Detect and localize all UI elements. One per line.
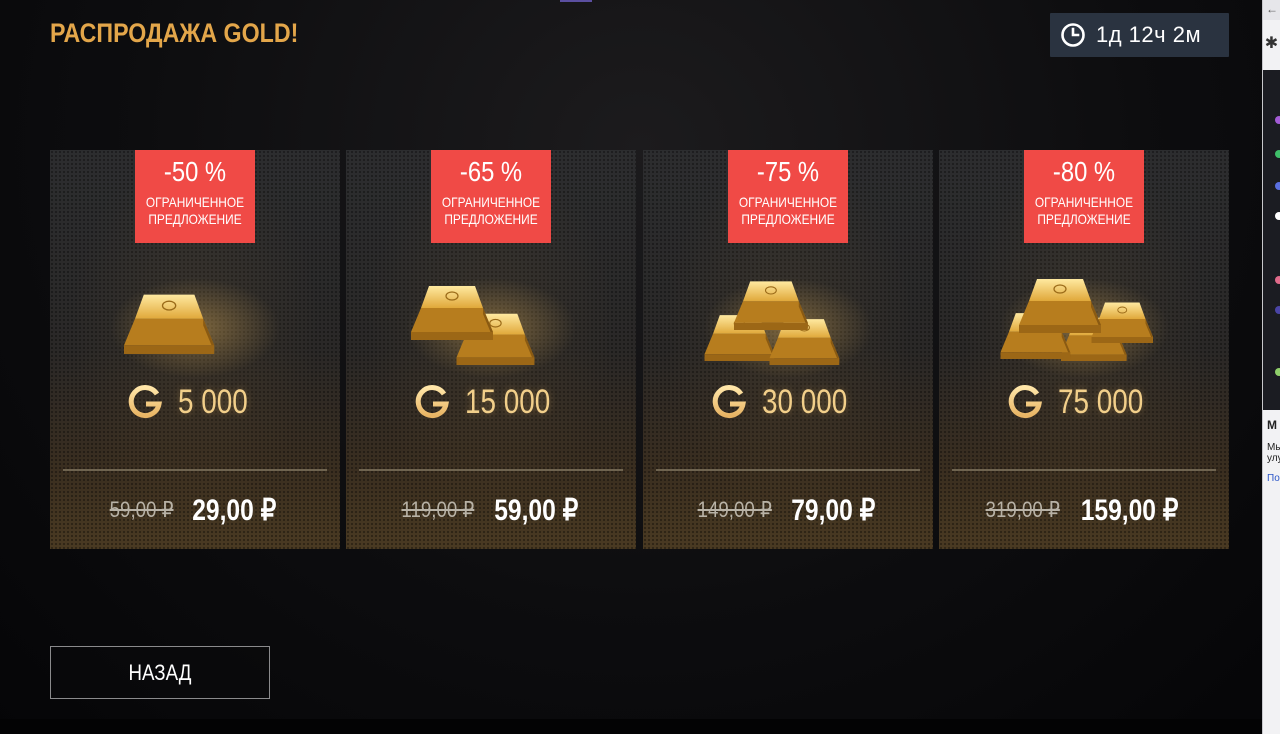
gold-amount-row: 15 000 bbox=[346, 380, 636, 424]
gold-coin-icon bbox=[126, 383, 164, 421]
side-panel-back-arrow[interactable]: ← bbox=[1263, 0, 1280, 20]
card-divider bbox=[952, 469, 1216, 471]
discount-badge: -80 % ОГРАНИЧЕННОЕ ПРЕДЛОЖЕНИЕ bbox=[1024, 150, 1144, 243]
limited-offer-label: ОГРАНИЧЕННОЕ ПРЕДЛОЖЕНИЕ bbox=[441, 194, 541, 227]
bottom-bar bbox=[0, 719, 1280, 734]
card-divider bbox=[656, 469, 920, 471]
offer-card[interactable]: -50 % ОГРАНИЧЕННОЕ ПРЕДЛОЖЕНИЕ 5 000 59,… bbox=[50, 150, 340, 549]
side-panel-heading: М bbox=[1267, 418, 1277, 432]
offer-card[interactable]: -75 % ОГРАНИЧЕННОЕ ПРЕДЛОЖЕНИЕ 30 000 14… bbox=[643, 150, 933, 549]
gold-amount-row: 5 000 bbox=[50, 380, 340, 424]
discount-percent: -80 % bbox=[1052, 156, 1116, 187]
new-price: 159,00 ₽ bbox=[1080, 493, 1179, 527]
extension-icon[interactable]: ✱ bbox=[1263, 20, 1280, 66]
gold-coin-icon bbox=[1006, 383, 1044, 421]
gold-bars-image bbox=[698, 268, 878, 383]
gold-amount: 75 000 bbox=[1058, 382, 1144, 421]
side-dot-icon bbox=[1275, 182, 1280, 190]
browser-side-panel: ← ✱ М Мы улу По bbox=[1262, 0, 1280, 734]
side-dot-icon bbox=[1275, 368, 1280, 376]
offer-card[interactable]: -65 % ОГРАНИЧЕННОЕ ПРЕДЛОЖЕНИЕ 15 000 11… bbox=[346, 150, 636, 549]
discount-badge: -50 % ОГРАНИЧЕННОЕ ПРЕДЛОЖЕНИЕ bbox=[135, 150, 255, 243]
gold-bars-image bbox=[994, 268, 1174, 383]
old-price: 319,00 ₽ bbox=[985, 497, 1060, 522]
price-row: 319,00 ₽ 159,00 ₽ bbox=[939, 490, 1229, 530]
price-row: 119,00 ₽ 59,00 ₽ bbox=[346, 490, 636, 530]
offer-card[interactable]: -80 % ОГРАНИЧЕННОЕ ПРЕДЛОЖЕНИЕ 75 000 31… bbox=[939, 150, 1229, 549]
gold-coin-icon bbox=[413, 383, 451, 421]
discount-badge: -75 % ОГРАНИЧЕННОЕ ПРЕДЛОЖЕНИЕ bbox=[728, 150, 848, 243]
old-price: 149,00 ₽ bbox=[697, 497, 772, 522]
top-indicator-strip bbox=[560, 0, 592, 2]
side-panel-text: Мы bbox=[1267, 442, 1280, 453]
new-price: 59,00 ₽ bbox=[493, 493, 578, 527]
gold-amount: 30 000 bbox=[762, 382, 848, 421]
gold-bars-image bbox=[105, 268, 285, 383]
back-button-label: НАЗАД bbox=[128, 659, 192, 685]
limited-offer-label: ОГРАНИЧЕННОЕ ПРЕДЛОЖЕНИЕ bbox=[145, 194, 245, 227]
side-dot-icon bbox=[1275, 150, 1280, 158]
offers-list: -50 % ОГРАНИЧЕННОЕ ПРЕДЛОЖЕНИЕ 5 000 59,… bbox=[50, 150, 1230, 549]
gold-coin-icon bbox=[710, 383, 748, 421]
price-row: 149,00 ₽ 79,00 ₽ bbox=[643, 490, 933, 530]
back-button[interactable]: НАЗАД bbox=[50, 646, 270, 699]
side-dot-icon bbox=[1275, 212, 1280, 220]
gold-amount-row: 75 000 bbox=[939, 380, 1229, 424]
gold-amount-row: 30 000 bbox=[643, 380, 933, 424]
side-dot-icon bbox=[1275, 276, 1280, 284]
limited-offer-label: ОГРАНИЧЕННОЕ ПРЕДЛОЖЕНИЕ bbox=[738, 194, 838, 227]
gold-amount: 5 000 bbox=[178, 382, 249, 421]
price-row: 59,00 ₽ 29,00 ₽ bbox=[50, 490, 340, 530]
limited-offer-label: ОГРАНИЧЕННОЕ ПРЕДЛОЖЕНИЕ bbox=[1034, 194, 1134, 227]
clock-icon bbox=[1060, 22, 1086, 48]
new-price: 79,00 ₽ bbox=[791, 493, 876, 527]
card-divider bbox=[359, 469, 623, 471]
card-divider bbox=[63, 469, 327, 471]
sale-timer: 1д 12ч 2м bbox=[1050, 13, 1229, 57]
old-price: 59,00 ₽ bbox=[109, 497, 174, 522]
discount-percent: -65 % bbox=[459, 156, 523, 187]
discount-badge: -65 % ОГРАНИЧЕННОЕ ПРЕДЛОЖЕНИЕ bbox=[431, 150, 551, 243]
gold-amount: 15 000 bbox=[465, 382, 551, 421]
discount-percent: -75 % bbox=[756, 156, 820, 187]
new-price: 29,00 ₽ bbox=[192, 493, 277, 527]
side-dot-icon bbox=[1275, 306, 1280, 314]
page-title: РАСПРОДАЖА GOLD! bbox=[50, 18, 299, 48]
side-panel-dark-strip bbox=[1263, 70, 1280, 410]
gold-bars-image bbox=[401, 268, 581, 383]
discount-percent: -50 % bbox=[163, 156, 227, 187]
timer-remaining: 1д 12ч 2м bbox=[1096, 22, 1202, 47]
old-price: 119,00 ₽ bbox=[401, 497, 475, 522]
side-panel-link[interactable]: По bbox=[1267, 473, 1280, 484]
side-panel-text: улу bbox=[1267, 453, 1280, 464]
side-dot-icon bbox=[1275, 116, 1280, 124]
